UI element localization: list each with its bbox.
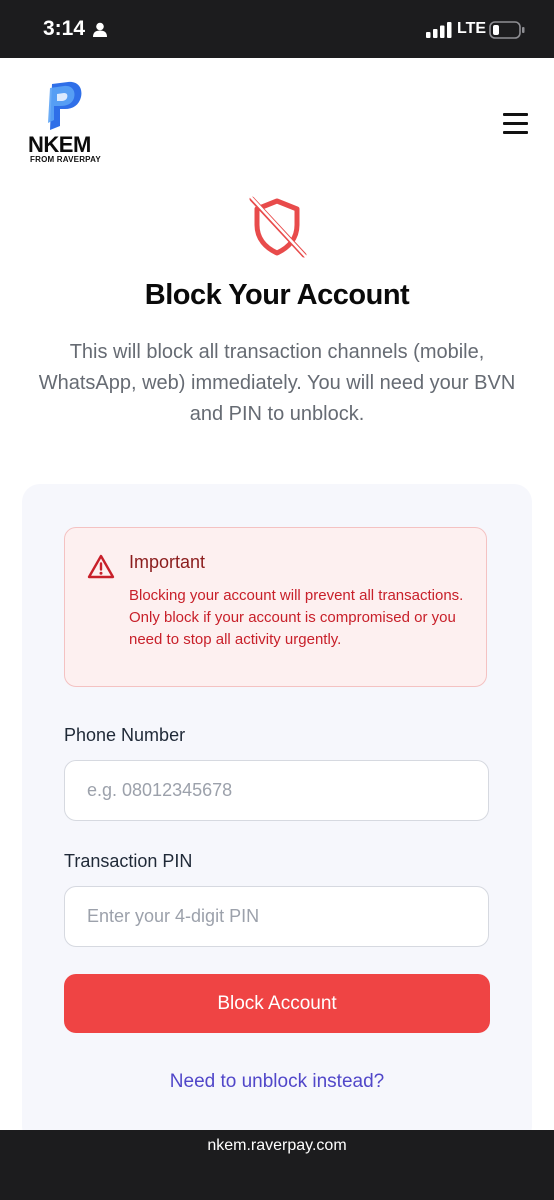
status-time: 3:14 [43, 17, 86, 40]
warning-title: Important [129, 552, 206, 572]
browser-url-bar[interactable]: nkem.raverpay.com [0, 1130, 554, 1200]
status-bar: 3:14 LTE [0, 0, 554, 58]
phone-number-input[interactable] [64, 760, 489, 821]
phone-number-label: Phone Number [64, 725, 186, 745]
brand-logo-icon[interactable] [44, 80, 84, 132]
unblock-link[interactable]: Need to unblock instead? [22, 1071, 532, 1093]
transaction-pin-label: Transaction PIN [64, 851, 193, 871]
block-form-card: Important Blocking your account will pre… [22, 484, 532, 1144]
network-type: LTE [457, 20, 487, 37]
transaction-pin-input[interactable] [64, 886, 489, 947]
warning-text: Blocking your account will prevent all t… [129, 587, 464, 648]
menu-icon[interactable] [500, 108, 532, 138]
page-title: Block Your Account [144, 279, 410, 311]
shield-off-icon [248, 195, 308, 259]
brand-subtitle: FROM RAVERPAY [30, 155, 101, 164]
person-icon [93, 22, 107, 37]
battery-icon [489, 21, 525, 39]
warning-box: Important Blocking your account will pre… [64, 527, 487, 687]
warning-triangle-icon [87, 554, 115, 579]
url-text: nkem.raverpay.com [207, 1137, 347, 1154]
signal-icon [426, 22, 452, 38]
page-subtitle: This will block all transaction channels… [38, 341, 516, 425]
block-account-button[interactable]: Block Account [64, 974, 490, 1033]
